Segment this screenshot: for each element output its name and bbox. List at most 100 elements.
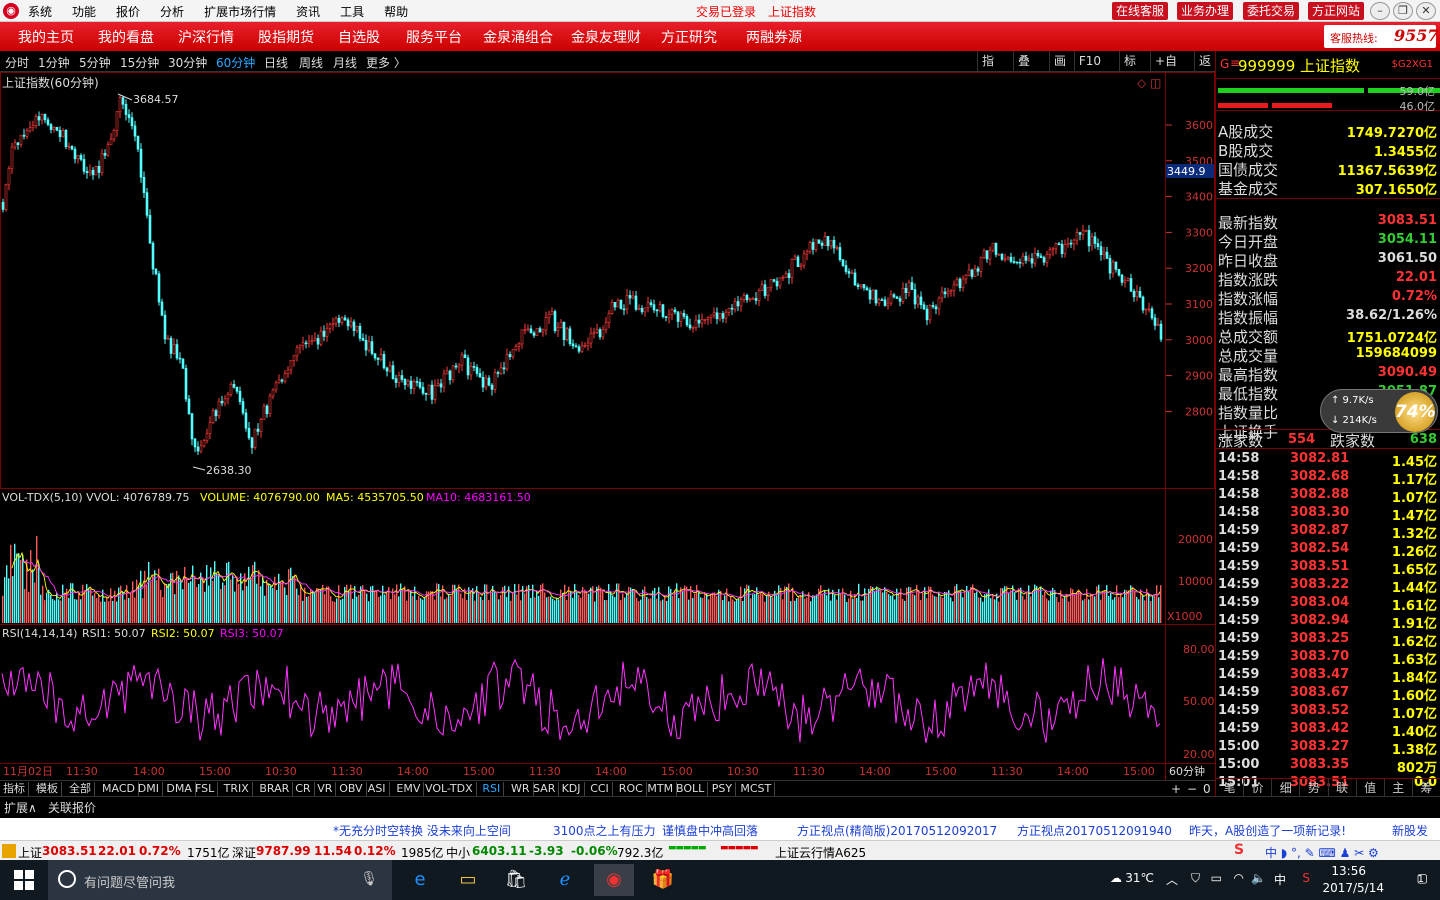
weather-icon[interactable]: ☁ <box>1110 871 1122 885</box>
zoom-in-button[interactable]: + <box>1171 782 1181 796</box>
website-button[interactable]: 方正网站 <box>1308 2 1365 20</box>
zoom-reset-button[interactable]: 0 <box>1203 782 1211 796</box>
restore-icon[interactable]: ❐ <box>1393 2 1413 20</box>
news-item[interactable]: 谨慎盘中冲高回落 <box>662 822 758 839</box>
chart-area[interactable]: 上证指数(60分钟) ◇ ◫ 3684.57 2638.30 3600 3500 3… <box>0 72 1215 780</box>
nav-jqy-portfolio[interactable]: 金泉涌组合 <box>483 27 553 47</box>
tab-value[interactable]: 值 <box>1357 779 1385 796</box>
indicator-tab[interactable]: OBV <box>336 782 367 796</box>
news-item[interactable]: 3100点之上有压力 <box>553 822 656 839</box>
news-item[interactable]: 昨天，A股创造了一项新记录! <box>1189 822 1346 839</box>
tool-add-watch[interactable]: +自选 <box>1149 51 1181 88</box>
menu-ext-market[interactable]: 扩展市场行情 <box>204 3 276 20</box>
network-speed-widget[interactable]: ↑ 9.7K/s ↓ 214K/s 74% <box>1320 389 1438 433</box>
ie-icon[interactable]: ℯ <box>545 864 585 896</box>
indicator-tab[interactable]: CCI <box>587 782 613 796</box>
period-15min[interactable]: 15分钟 <box>120 54 159 71</box>
stock-app-icon[interactable]: ◉ <box>594 864 634 896</box>
ime-indicator[interactable]: 中 <box>1274 871 1286 888</box>
sogou-tray-icon[interactable]: S <box>1302 871 1310 885</box>
volume-icon[interactable]: 🔈 <box>1251 871 1266 885</box>
edge-icon[interactable]: e <box>400 864 440 896</box>
linked-quote-button[interactable]: 关联报价 <box>48 799 96 816</box>
tray-up-icon[interactable]: ︿ <box>1166 871 1178 888</box>
tool-overlay[interactable]: 叠加 <box>1012 51 1034 88</box>
weather-temp[interactable]: 31℃ <box>1125 871 1154 885</box>
indicator-tab[interactable]: KDJ <box>559 782 585 796</box>
nav-watchlist[interactable]: 自选股 <box>338 27 380 47</box>
hotline-badge[interactable]: 客服热线: 95571 <box>1324 25 1440 48</box>
file-explorer-icon[interactable]: ▭ <box>448 864 488 896</box>
gift-app-icon[interactable]: 🎁 <box>643 864 683 896</box>
menu-news[interactable]: 资讯 <box>296 3 320 20</box>
indicator-tab[interactable]: FSL <box>192 782 219 796</box>
store-icon[interactable]: 🛍 <box>496 864 536 896</box>
tab-trades[interactable]: 笔 <box>1216 779 1245 796</box>
nav-jqy-wealth[interactable]: 金泉友理财 <box>571 27 641 47</box>
kline-chart-svg[interactable]: 上证指数(60分钟) ◇ ◫ 3684.57 2638.30 360035003… <box>0 72 1215 780</box>
expand-button[interactable]: 扩展∧ <box>4 799 37 816</box>
indicator-tab[interactable]: EMV <box>393 782 425 796</box>
period-30min[interactable]: 30分钟 <box>168 54 207 71</box>
menu-help[interactable]: 帮助 <box>384 3 408 20</box>
clock-date[interactable]: 2017/5/14 <box>1322 881 1384 895</box>
indicator-tab[interactable]: VR <box>314 782 337 796</box>
indicator-tab[interactable]: 全部 <box>66 782 95 796</box>
tab-main[interactable]: 主 <box>1385 779 1413 796</box>
news-item[interactable]: 方正视点20170512091940 <box>1017 822 1172 839</box>
chart-options-icon[interactable]: ◇ ◫ <box>1137 76 1161 90</box>
menu-function[interactable]: 功能 <box>72 3 96 20</box>
indicator-tab[interactable]: 指标 <box>0 782 29 796</box>
minimize-icon[interactable]: – <box>1370 2 1390 20</box>
tool-mark[interactable]: 标记 <box>1118 51 1140 88</box>
news-item[interactable]: *无充分时空转换 没未来向上空间 <box>333 822 511 839</box>
period-1min[interactable]: 1分钟 <box>38 54 70 71</box>
trade-button[interactable]: 委托交易 <box>1243 2 1300 20</box>
cloud-quote[interactable]: 上证云行情A625 <box>775 844 866 861</box>
tab-linked[interactable]: 联 <box>1329 779 1357 796</box>
indicator-tab[interactable]: MACD <box>99 782 139 796</box>
nav-my-board[interactable]: 我的看盘 <box>98 27 154 47</box>
indicator-tab[interactable]: ROC <box>616 782 647 796</box>
indicator-tab[interactable]: TRIX <box>221 782 253 796</box>
news-item[interactable]: 新股发 <box>1392 822 1428 839</box>
tab-price[interactable]: 价 <box>1244 779 1273 796</box>
indicator-tab[interactable]: RSI <box>479 782 505 796</box>
nav-home[interactable]: 我的主页 <box>18 27 74 47</box>
tab-detail[interactable]: 细 <box>1272 779 1301 796</box>
nav-hs-quotes[interactable]: 沪深行情 <box>178 27 234 47</box>
close-icon[interactable]: ✕ <box>1416 2 1436 20</box>
windows-start-icon[interactable] <box>14 870 34 890</box>
tool-back[interactable]: 返回 <box>1193 51 1215 88</box>
clock-time[interactable]: 13:56 <box>1331 864 1366 878</box>
news-item[interactable]: 方正视点(精简版)20170512092017 <box>797 822 997 839</box>
period-month[interactable]: 月线 <box>333 54 357 71</box>
indicator-tab[interactable]: DMI <box>135 782 164 796</box>
menu-tools[interactable]: 工具 <box>340 3 364 20</box>
tool-indicator[interactable]: 指标 <box>976 51 998 88</box>
tab-chips[interactable]: 筹 <box>1413 779 1440 796</box>
menu-analysis[interactable]: 分析 <box>160 3 184 20</box>
shield-icon[interactable]: ⛉ <box>1191 871 1200 886</box>
online-service-button[interactable]: 在线客服 <box>1112 2 1169 20</box>
period-week[interactable]: 周线 <box>299 54 323 71</box>
tool-draw[interactable]: 画线 <box>1048 51 1070 88</box>
battery-icon[interactable]: ▭ <box>1211 871 1222 885</box>
menu-system[interactable]: 系统 <box>28 3 52 20</box>
ime-tray-icons[interactable]: 中 ◗ °, ✎ ⌨ ♟ ✂ ⚙ <box>1265 844 1379 861</box>
wifi-icon[interactable]: ◠ <box>1234 871 1244 885</box>
nav-margin[interactable]: 两融券源 <box>746 27 802 47</box>
nav-service-platform[interactable]: 服务平台 <box>406 27 462 47</box>
period-5min[interactable]: 5分钟 <box>79 54 111 71</box>
business-button[interactable]: 业务办理 <box>1177 2 1234 20</box>
tab-trend[interactable]: 势 <box>1300 779 1329 796</box>
nav-index-futures[interactable]: 股指期货 <box>258 27 314 47</box>
tool-f10[interactable]: F10 <box>1073 51 1105 72</box>
microphone-icon[interactable]: 🎙 <box>360 871 378 887</box>
period-more[interactable]: 更多 〉 <box>366 54 406 71</box>
indicator-tab[interactable]: PSY <box>709 782 737 796</box>
indicator-tab[interactable]: BOLL <box>673 782 709 796</box>
nav-research[interactable]: 方正研究 <box>661 27 717 47</box>
taskbar-search[interactable]: 有问题尽管问我 🎙 <box>48 860 392 900</box>
sogou-ime-icon[interactable]: S <box>1234 842 1244 858</box>
